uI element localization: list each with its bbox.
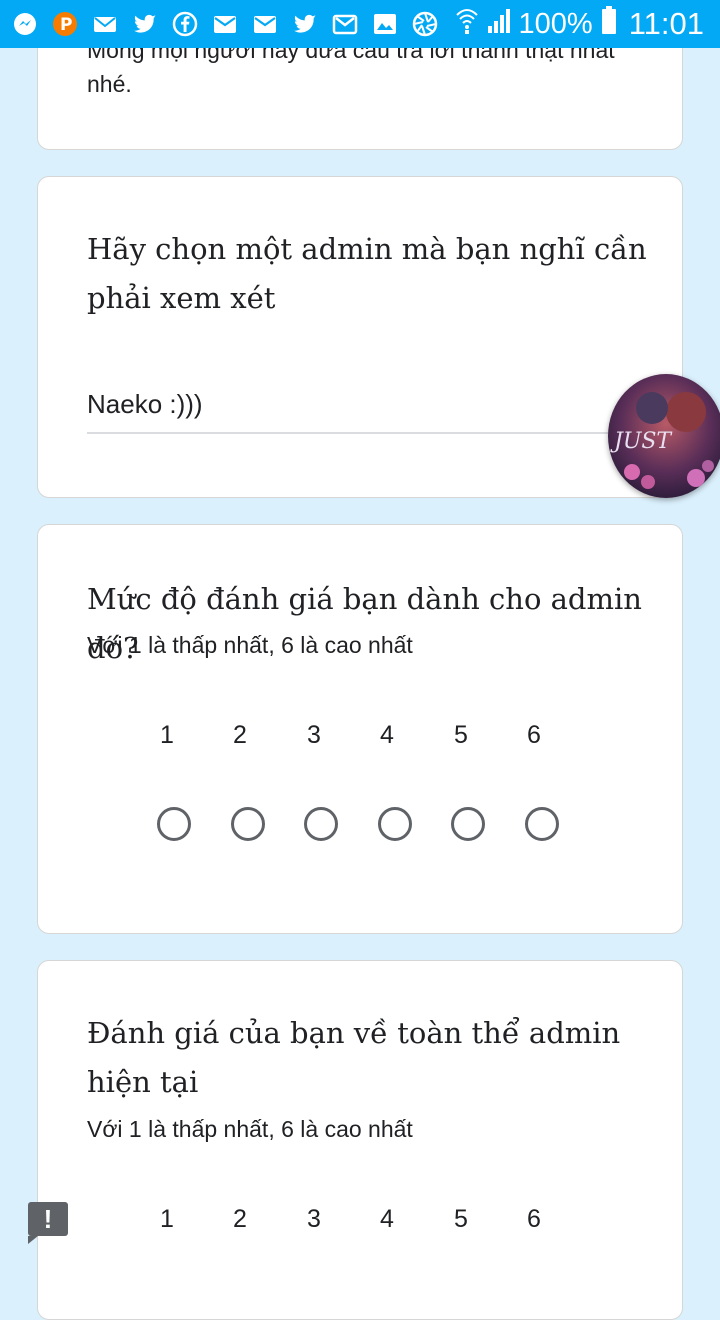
radio-option-2[interactable] [231,807,265,841]
scale-label-1: 1 [160,721,174,749]
question-helper: Với 1 là thấp nhất, 6 là cao nhất [87,632,413,658]
scale-label-6: 6 [527,1205,541,1233]
notification-icons: P [0,0,438,48]
question-helper: Với 1 là thấp nhất, 6 là cao nhất [87,1116,413,1142]
mail-icon [92,11,118,37]
radio-option-6[interactable] [525,807,559,841]
scale-label-2: 2 [233,721,247,749]
status-bar: P 100% 11:01 [0,0,720,48]
svg-text:P: P [60,15,72,35]
wifi-icon [455,5,479,43]
email-icon [252,11,278,37]
twitter-icon [132,11,158,37]
question-card-rating-admin: Mức độ đánh giá bạn dành cho admin đó? V… [37,524,683,934]
question-title: Hãy chọn một admin mà bạn nghĩ cần phải … [87,232,647,315]
scale-label-3: 3 [307,1205,321,1233]
facebook-icon [172,11,198,37]
clock: 11:01 [628,6,704,41]
status-right: 100% 11:01 [455,0,704,48]
radio-option-1[interactable] [157,807,191,841]
rating-radio-group [142,807,582,851]
gallery-icon [372,11,398,37]
question-title: Đánh giá của bạn về toàn thể admin hiện … [87,1016,621,1099]
scale-label-4: 4 [380,721,394,749]
scale-label-4: 4 [380,1205,394,1233]
question-card-admin-choice: Hãy chọn một admin mà bạn nghĩ cần phải … [37,176,683,498]
scale-label-2: 2 [233,1205,247,1233]
signal-icon [487,6,511,42]
scale-label-1: 1 [160,1205,174,1233]
scale-label-5: 5 [454,1205,468,1233]
answer-underline [87,432,647,434]
scale-label-6: 6 [527,721,541,749]
avatar-caption: JUST [610,429,673,454]
gmail-icon [332,11,358,37]
question-card-rating-all-admins: Đánh giá của bạn về toàn thể admin hiện … [37,960,683,1320]
floating-avatar[interactable]: JUST [608,374,720,498]
aperture-icon [412,11,438,37]
radio-option-5[interactable] [451,807,485,841]
scale-label-5: 5 [454,721,468,749]
email-icon [212,11,238,37]
scale-labels: 1 2 3 4 5 6 [142,721,582,751]
messenger-icon [12,11,38,37]
radio-option-4[interactable] [378,807,412,841]
scale-label-3: 3 [307,721,321,749]
battery-percentage: 100% [518,7,593,40]
radio-option-3[interactable] [304,807,338,841]
feedback-alert-icon[interactable]: ! [28,1202,68,1244]
battery-icon [601,5,617,43]
scale-labels: 1 2 3 4 5 6 [142,1205,582,1235]
answer-input[interactable]: Naeko :))) [87,389,203,420]
twitter-icon [292,11,318,37]
p-app-icon: P [52,11,78,37]
